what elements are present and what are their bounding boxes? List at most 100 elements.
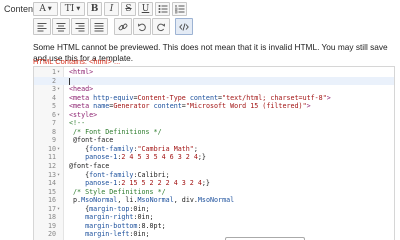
code-line[interactable]: 7 <!-- (34, 119, 394, 128)
code-text: {font-family:"Cambria Math"; (69, 145, 198, 154)
code-line[interactable]: 19 margin-bottom:8.0pt; (34, 222, 394, 231)
code-token: :Calibri; (133, 170, 170, 179)
fold-toggle-icon[interactable]: ▾ (57, 68, 60, 77)
code-line[interactable]: 1 ▾ <html> (34, 68, 394, 77)
content-field-label: Content (4, 4, 36, 14)
code-line[interactable]: 20 margin-left:0in; (34, 230, 394, 239)
code-token: @font-face (69, 162, 110, 171)
line-number: 4 (51, 93, 56, 102)
code-line[interactable]: 13 ▾ {font-family:Calibri; (34, 171, 394, 180)
redo-button[interactable] (152, 18, 170, 35)
line-number: 2 (51, 76, 56, 85)
line-number: 12 (47, 162, 56, 171)
code-token: ;} (197, 153, 206, 162)
code-token: <head> (69, 85, 94, 94)
align-center-button[interactable] (52, 18, 70, 35)
code-text: {margin-top:0in; (69, 204, 150, 214)
code-token: <html> (69, 68, 94, 76)
bold-button[interactable]: B (87, 2, 102, 16)
align-left-button[interactable] (33, 18, 51, 35)
code-token: MsoNormal (197, 196, 235, 205)
code-line[interactable]: 6 ▾ <style> (34, 111, 394, 120)
line-number: 8 (51, 127, 56, 136)
bold-icon: B (90, 4, 99, 14)
font-color-button[interactable]: A ▼ (33, 2, 58, 16)
code-token: name (93, 102, 110, 111)
code-token: ; (193, 144, 198, 153)
code-line[interactable]: 12 @font-face (34, 162, 394, 171)
fold-toggle-icon[interactable]: ▾ (57, 85, 60, 94)
line-number: 3 (51, 85, 56, 94)
text-cursor (69, 77, 70, 85)
code-token: panose-1 (85, 179, 118, 188)
bullet-list-icon (158, 5, 167, 13)
strikethrough-button[interactable]: S (121, 2, 136, 16)
italic-button[interactable]: I (104, 2, 119, 16)
numbered-list-icon (174, 5, 184, 14)
underline-button[interactable]: U (138, 2, 153, 16)
html-code-editor[interactable]: 1 ▾ <html> 2 3 ▾ <head> 4 <meta http-equiv=Conte… (33, 66, 395, 240)
code-token: MsoNormal (137, 196, 174, 205)
code-text: p.MsoNormal, li.MsoNormal, div.MsoNormal (69, 196, 234, 205)
code-text: /* Style Definitions */ (69, 188, 166, 197)
fold-toggle-icon[interactable]: ▾ (57, 205, 60, 214)
code-line[interactable]: 15 /* Style Definitions */ (34, 188, 394, 197)
line-number: 16 (47, 196, 56, 205)
html-source-button[interactable] (175, 18, 193, 35)
code-token: :0in; (129, 204, 150, 213)
code-token: , li. (117, 196, 138, 205)
code-line[interactable]: 11 panose-1:2 4 5 3 5 4 6 3 2 4;} (34, 153, 394, 162)
code-token: { (69, 144, 90, 153)
code-line[interactable]: 5 <meta name=Generator content="Microsoft… (34, 102, 394, 111)
line-number: 13 (47, 170, 56, 179)
code-line[interactable]: 16 p.MsoNormal, li.MsoNormal, div.MsoNor… (34, 196, 394, 205)
code-text: margin-bottom:8.0pt; (69, 222, 166, 231)
undo-button[interactable] (133, 18, 151, 35)
fold-toggle-icon[interactable]: ▾ (57, 111, 60, 120)
bullet-list-button[interactable] (155, 2, 170, 16)
fold-toggle-icon[interactable]: ▾ (57, 171, 60, 180)
code-text: <html> (69, 68, 93, 77)
code-token: MsoNormal (81, 196, 118, 205)
code-line[interactable]: 17 ▾ {margin-top:0in; (34, 205, 394, 214)
code-line[interactable]: 3 ▾ <head> (34, 85, 394, 94)
line-number: 7 (51, 119, 56, 128)
code-line[interactable]: 14 panose-1:2 15 5 2 2 2 4 3 2 4;} (34, 179, 394, 188)
link-button[interactable] (114, 18, 132, 35)
align-justify-button[interactable] (90, 18, 108, 35)
font-size-button[interactable]: TI ▼ (60, 2, 85, 16)
code-token: margin-right (85, 213, 134, 222)
line-number: 5 (51, 102, 56, 111)
code-line[interactable]: 2 (34, 76, 394, 86)
code-text: <style> (69, 111, 97, 120)
code-token: /* Font Definitions */ (69, 127, 162, 136)
align-right-icon (75, 22, 85, 31)
code-line[interactable]: 8 /* Font Definitions */ (34, 128, 394, 137)
fold-toggle-icon[interactable]: ▾ (57, 145, 60, 154)
numbered-list-button[interactable] (172, 2, 187, 16)
code-token: font-family (89, 170, 134, 179)
line-number: 1 (51, 68, 56, 76)
code-text: <meta name=Generator content="Microsoft … (69, 102, 311, 111)
align-right-button[interactable] (71, 18, 89, 35)
code-token: margin-bottom (85, 221, 138, 230)
code-token: "Cambria Math" (137, 144, 194, 153)
code-line[interactable]: 9 @font-face (34, 136, 394, 145)
font-size-icon: TI (64, 4, 75, 14)
code-line[interactable]: 18 margin-right:0in; (34, 213, 394, 222)
code-token: <!-- (69, 119, 86, 128)
code-token: { (69, 170, 90, 179)
line-number: 9 (51, 136, 56, 145)
code-line[interactable]: 4 <meta http-equiv=Content-Type content="… (34, 94, 394, 103)
code-text: @font-face (69, 136, 113, 145)
code-line[interactable]: 10 ▾ {font-family:"Cambria Math"; (34, 145, 394, 154)
line-number: 20 (47, 230, 56, 239)
code-token: , div. (173, 196, 198, 205)
code-token: :8.0pt; (137, 221, 166, 230)
code-token: http-equiv (93, 93, 134, 102)
code-token: font-family (89, 144, 134, 153)
code-icon (179, 22, 189, 31)
code-token: <style> (69, 110, 98, 119)
